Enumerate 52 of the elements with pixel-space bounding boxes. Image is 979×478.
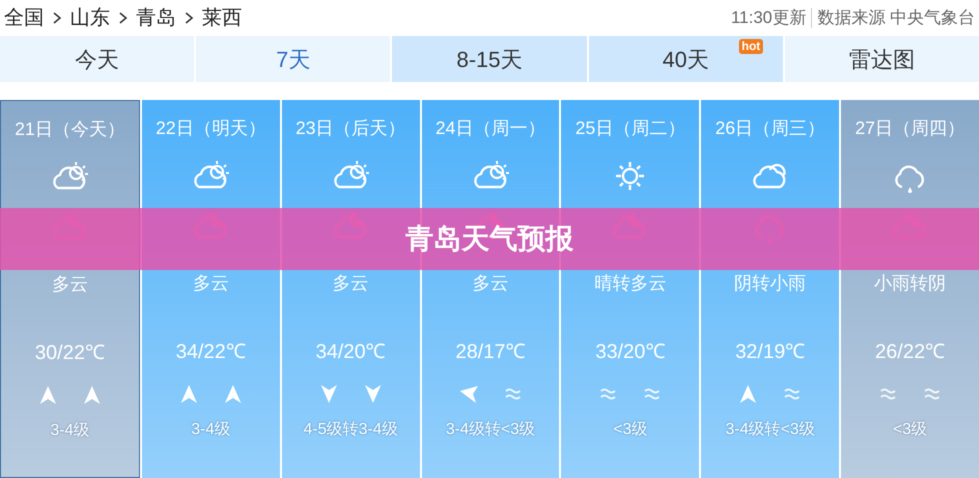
temperature: 26/22℃ — [875, 340, 946, 365]
day-date: 27日（周四） — [855, 117, 966, 140]
day-date: 22日（明天） — [156, 117, 266, 140]
update-time: 11:30更新 — [730, 7, 806, 30]
day-date: 21日（今天） — [14, 118, 125, 141]
breadcrumb-link[interactable]: 青岛 — [136, 3, 176, 33]
tab[interactable]: 今天 — [0, 36, 194, 82]
weather-text: 晴转多云 — [594, 272, 666, 295]
wind-level: 4-5级转3-4级 — [304, 420, 398, 440]
temperature: 33/20℃ — [595, 340, 666, 365]
temperature: 32/19℃ — [735, 340, 806, 365]
wind-level: <3级 — [613, 420, 648, 440]
temperature: 28/17℃ — [455, 340, 526, 365]
breadcrumb-link[interactable]: 全国 — [4, 3, 44, 33]
wind-level: 3-4级转<3级 — [726, 420, 815, 440]
day-date: 26日（周三） — [715, 117, 826, 140]
day-date: 23日（后天） — [296, 117, 406, 140]
day-date: 24日（周一） — [435, 117, 546, 140]
weather-text: 多云 — [192, 272, 229, 295]
weather-text: 小雨转阴 — [874, 272, 946, 295]
breadcrumb-link[interactable]: 山东 — [70, 3, 110, 33]
weather-text: 多云 — [52, 273, 88, 296]
day-date: 25日（周二） — [575, 117, 686, 140]
temperature: 34/20℃ — [316, 340, 386, 365]
wind-level: <3级 — [892, 420, 928, 440]
chevron-icon — [52, 12, 62, 24]
chevron-icon — [184, 12, 194, 24]
weather-text: 多云 — [332, 272, 369, 295]
wind-level: 3-4级转<3级 — [446, 420, 536, 440]
wind-level: 3-4级 — [191, 420, 230, 440]
temperature: 34/22℃ — [176, 340, 246, 365]
temperature: 30/22℃ — [34, 341, 105, 366]
arrow-icon — [362, 383, 383, 405]
weather-text: 阴转小雨 — [734, 272, 806, 295]
tab[interactable]: 雷达图 — [784, 36, 979, 82]
tab[interactable]: 40天 hot — [588, 36, 783, 82]
hot-badge: hot — [738, 39, 764, 54]
arrow-icon — [458, 383, 478, 405]
arrow-icon — [178, 383, 199, 405]
breadcrumb-link[interactable]: 莱西 — [202, 3, 242, 33]
chevron-icon — [118, 12, 128, 24]
weather-text: 多云 — [472, 272, 508, 295]
wind-level: 3-4级 — [50, 421, 90, 441]
arrow-icon — [318, 383, 339, 405]
tab[interactable]: 7天 — [196, 36, 390, 82]
data-source: 数据来源 中央气象台 — [817, 7, 975, 30]
arrow-icon — [738, 383, 758, 405]
tab[interactable]: 8-15天 — [392, 36, 587, 82]
arrow-icon — [222, 383, 243, 405]
arrow-icon — [38, 384, 58, 406]
arrow-icon — [82, 384, 102, 406]
banner: 青岛天气预报 — [0, 208, 979, 270]
